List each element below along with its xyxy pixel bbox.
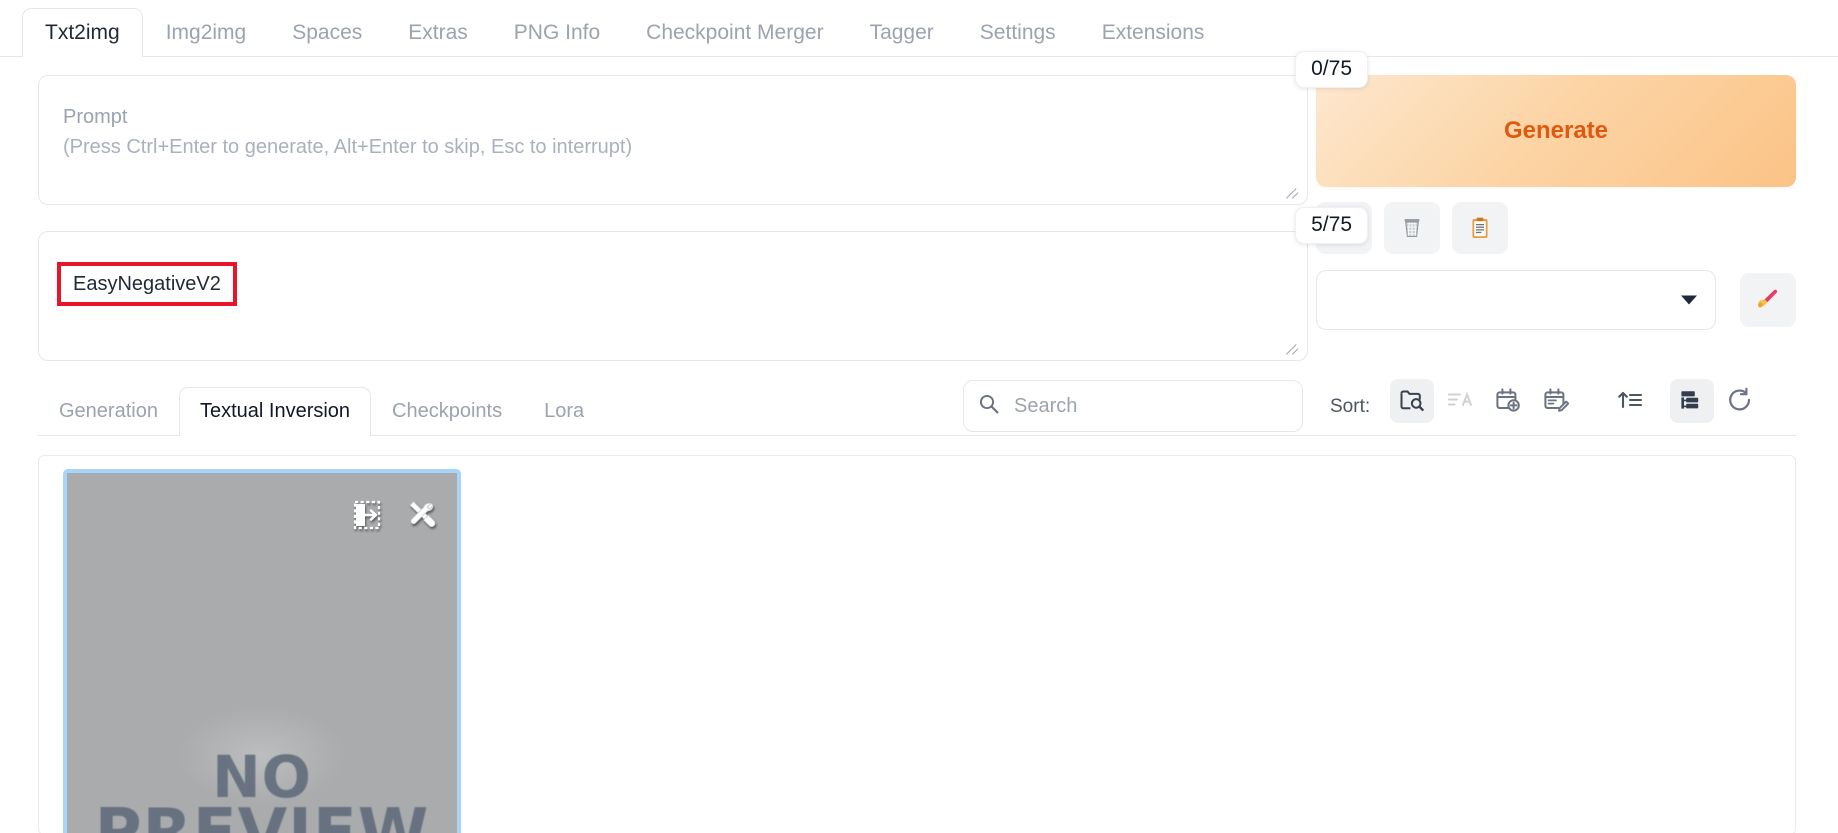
en-tab-label: Generation: [59, 400, 158, 422]
tab-label: Txt2img: [45, 21, 120, 44]
prompt-field-wrapper: 0/75 Prompt (Press Ctrl+Enter to generat…: [38, 51, 1368, 205]
copy-path-button[interactable]: [349, 497, 385, 536]
sort-by-path-icon: [1398, 386, 1426, 417]
refresh-icon: [1726, 386, 1754, 417]
search-input[interactable]: [1012, 393, 1288, 419]
tab-extensions[interactable]: Extensions: [1079, 8, 1228, 57]
generate-button[interactable]: Generate: [1316, 75, 1796, 187]
tab-label: Img2img: [165, 21, 247, 44]
apply-style-button[interactable]: [1452, 202, 1508, 254]
extra-networks-tab-bar: Generation Textual Inversion Checkpoints…: [38, 378, 1796, 436]
tab-label: Extensions: [1101, 21, 1205, 44]
en-tab-generation[interactable]: Generation: [38, 387, 179, 435]
sort-button-group: [1390, 379, 1762, 423]
tab-label: Tagger: [869, 21, 934, 44]
negative-prompt-token-counter: 5/75: [1295, 207, 1368, 245]
sort-direction-button[interactable]: [1608, 379, 1652, 423]
tab-extras[interactable]: Extras: [385, 8, 491, 57]
tab-label: Settings: [979, 21, 1056, 44]
prompt-input[interactable]: Prompt (Press Ctrl+Enter to generate, Al…: [38, 75, 1308, 205]
negative-prompt-resize-handle[interactable]: [1286, 341, 1300, 355]
sort-by-date-created-button[interactable]: [1486, 379, 1530, 423]
edit-metadata-icon: [403, 501, 443, 538]
en-tab-checkpoints[interactable]: Checkpoints: [371, 387, 523, 435]
prompt-placeholder-title: Prompt: [63, 106, 128, 128]
paintbrush-icon: [1754, 285, 1782, 316]
tab-label: Spaces: [292, 21, 363, 44]
tab-png-info[interactable]: PNG Info: [491, 8, 623, 57]
en-tab-label: Checkpoints: [392, 400, 503, 422]
prompt-tool-buttons: [1316, 202, 1796, 254]
sort-by-date-modified-icon: [1542, 386, 1570, 417]
search-box[interactable]: [963, 380, 1303, 432]
main-tab-list: Txt2img Img2img Spaces Extras PNG Info C…: [22, 6, 1228, 58]
sort-by-name-icon: [1446, 386, 1474, 417]
styles-dropdown[interactable]: [1316, 270, 1716, 330]
chevron-down-icon: [1681, 295, 1697, 305]
tab-tagger[interactable]: Tagger: [847, 8, 957, 57]
tab-spaces[interactable]: Spaces: [269, 8, 385, 57]
trash-icon: [1399, 215, 1425, 241]
card-tool-buttons: [349, 495, 443, 538]
prompt-resize-handle[interactable]: [1286, 185, 1300, 199]
en-tab-textual-inversion[interactable]: Textual Inversion: [178, 387, 372, 436]
clipboard-icon: [1467, 215, 1493, 241]
styles-row: [1316, 270, 1796, 330]
en-tab-label: Lora: [544, 400, 585, 422]
extra-networks-panel: Generation Textual Inversion Checkpoints…: [38, 378, 1796, 436]
search-icon: [978, 393, 1000, 420]
en-tab-label: Textual Inversion: [199, 400, 351, 422]
clear-prompt-button[interactable]: [1384, 202, 1440, 254]
sort-by-date-modified-button[interactable]: [1534, 379, 1578, 423]
prompt-placeholder-hint: (Press Ctrl+Enter to generate, Alt+Enter…: [63, 136, 633, 158]
tab-label: Checkpoint Merger: [646, 21, 824, 44]
negative-prompt-input[interactable]: EasyNegativeV2: [38, 231, 1308, 361]
sort-label: Sort:: [1330, 396, 1371, 417]
card-preview-line-2: PREVIEW: [95, 801, 430, 833]
sort-direction-icon: [1616, 386, 1644, 417]
sort-by-date-created-icon: [1494, 386, 1522, 417]
prompt-token-counter: 0/75: [1295, 51, 1368, 89]
tab-txt2img[interactable]: Txt2img: [22, 8, 143, 58]
action-column: Generate: [1316, 75, 1796, 330]
main-tab-bar: Txt2img Img2img Spaces Extras PNG Info C…: [0, 0, 1838, 58]
tab-settings[interactable]: Settings: [957, 8, 1079, 57]
refresh-button[interactable]: [1718, 379, 1762, 423]
tab-img2img[interactable]: Img2img: [143, 8, 270, 57]
tab-label: Extras: [408, 21, 468, 44]
negative-prompt-value: EasyNegativeV2: [57, 262, 237, 306]
tab-label: PNG Info: [513, 21, 601, 44]
extra-networks-cards-container: NO PREVIEW: [38, 455, 1796, 833]
extra-network-card[interactable]: NO PREVIEW: [63, 469, 461, 833]
tree-view-icon: [1678, 386, 1706, 417]
prompt-column: 0/75 Prompt (Press Ctrl+Enter to generat…: [38, 51, 1368, 387]
webui-root: Txt2img Img2img Spaces Extras PNG Info C…: [0, 0, 1838, 833]
negative-prompt-field-wrapper: 5/75 EasyNegativeV2: [38, 207, 1368, 361]
tree-view-button[interactable]: [1670, 379, 1714, 423]
edit-metadata-button[interactable]: [403, 495, 443, 538]
sort-by-path-button[interactable]: [1390, 379, 1434, 423]
edit-styles-button[interactable]: [1740, 273, 1796, 327]
sort-by-name-button[interactable]: [1438, 379, 1482, 423]
en-tab-lora[interactable]: Lora: [523, 387, 605, 435]
tab-checkpoint-merger[interactable]: Checkpoint Merger: [623, 8, 846, 57]
copy-path-icon: [349, 500, 385, 536]
